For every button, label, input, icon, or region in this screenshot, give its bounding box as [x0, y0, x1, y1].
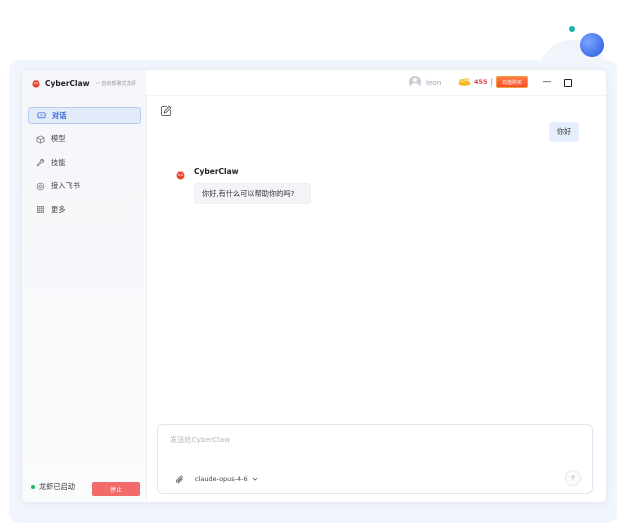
grid-icon: [37, 206, 44, 213]
sidebar-item-label: 接入飞书: [51, 181, 80, 190]
bot-message: 你好,有什么可以帮助你的吗?: [194, 183, 311, 204]
connect-icon: [36, 182, 45, 190]
coin-balance: 455 |: [458, 77, 493, 86]
crayfish-avatar-icon: [176, 171, 185, 180]
status-text: 龙虾已启动: [39, 482, 75, 491]
chevron-down-icon: [252, 477, 257, 481]
gold-coins-icon: [458, 78, 471, 86]
model-name: claude-opus-4-6: [195, 475, 248, 483]
app-name: CyberClaw: [45, 78, 90, 88]
sidebar-item-skills[interactable]: 技能: [28, 154, 141, 171]
brand: CyberClaw ~ 自动部署式龙虾: [31, 76, 136, 90]
sidebar-item-label: 更多: [51, 204, 66, 214]
model-selector[interactable]: claude-opus-4-6: [195, 475, 258, 483]
send-button[interactable]: [565, 470, 581, 486]
status-dot: [31, 485, 35, 489]
user-profile[interactable]: leon: [409, 76, 441, 88]
message-input[interactable]: [170, 435, 570, 444]
stop-button[interactable]: 停止: [92, 482, 140, 496]
username: leon: [426, 77, 442, 87]
service-status: 龙虾已启动: [31, 482, 75, 492]
bot-name: CyberClaw: [194, 167, 239, 176]
maximize-button[interactable]: [564, 79, 572, 87]
chat-bubble-icon: [37, 112, 46, 119]
avatar: [409, 76, 421, 88]
decorative-dot: [569, 26, 575, 32]
sidebar-item-more[interactable]: 更多: [28, 201, 141, 218]
wrench-icon: [36, 159, 44, 167]
new-chat-icon[interactable]: [160, 105, 172, 117]
arrow-up-icon: [570, 474, 576, 481]
separator: |: [490, 77, 493, 86]
cube-icon: [36, 135, 45, 143]
message-composer: claude-opus-4-6: [157, 424, 593, 494]
top-bar: leon 455 | 充值购买 —: [146, 70, 606, 96]
sidebar-item-label: 模型: [51, 134, 66, 143]
sidebar-item-label: 对话: [52, 110, 67, 120]
app-subtitle: ~ 自动部署式龙虾: [95, 80, 137, 87]
app-window: CyberClaw ~ 自动部署式龙虾 对话 模型 技能 接入飞书 更多 龙虾已…: [22, 70, 606, 502]
sidebar-nav: 对话 模型 技能 接入飞书 更多: [28, 107, 141, 225]
sidebar-item-chat[interactable]: 对话: [28, 107, 141, 124]
sidebar: CyberClaw ~ 自动部署式龙虾 对话 模型 技能 接入飞书 更多 龙虾已…: [22, 70, 147, 502]
decorative-ball: [580, 33, 604, 57]
sidebar-item-label: 技能: [51, 157, 66, 167]
coin-count: 455: [474, 77, 488, 86]
buy-button[interactable]: 充值购买: [496, 76, 528, 88]
user-message: 你好: [549, 122, 579, 142]
crayfish-logo-icon: [32, 79, 40, 88]
sidebar-item-models[interactable]: 模型: [28, 131, 141, 148]
paperclip-icon[interactable]: [175, 475, 185, 485]
minimize-button[interactable]: —: [541, 76, 553, 88]
sidebar-item-feishu[interactable]: 接入飞书: [28, 178, 141, 195]
